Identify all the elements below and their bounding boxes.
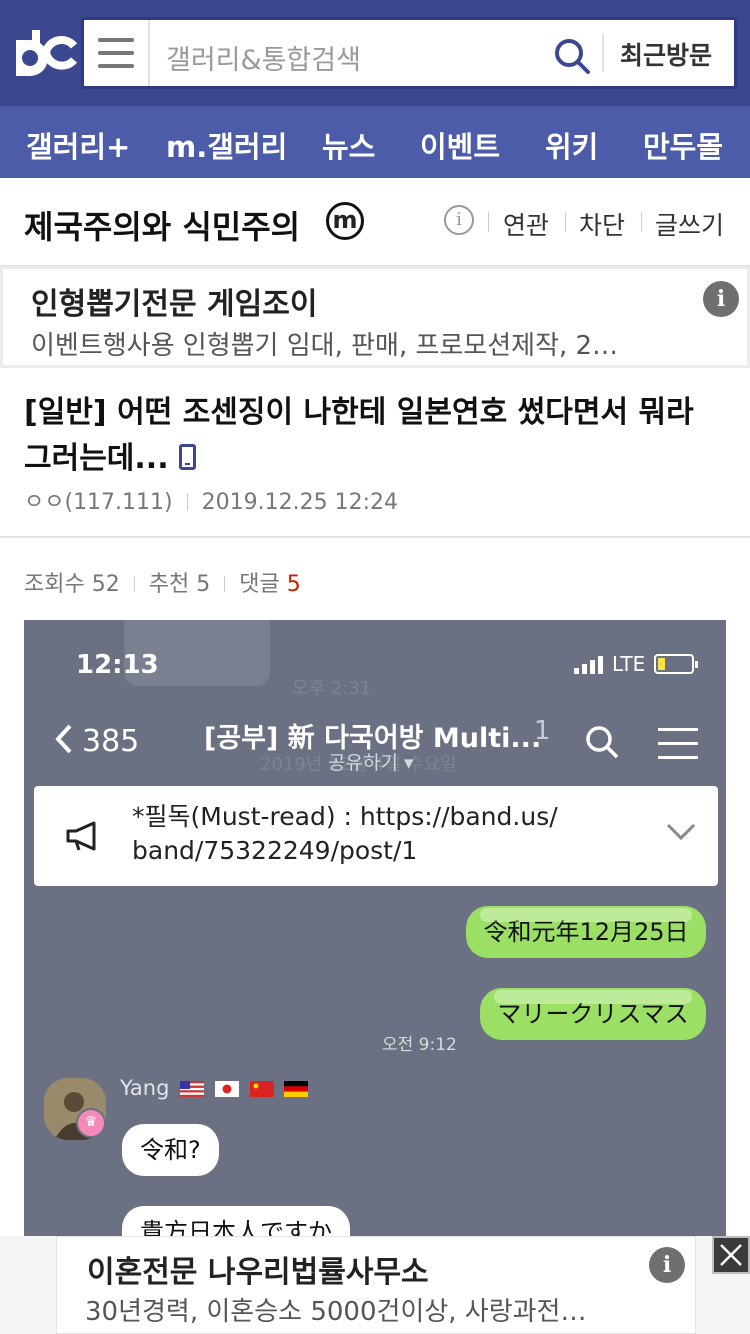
comment-label[interactable]: 댓글 <box>239 572 279 597</box>
ghost-time: 오후 2:31 <box>292 678 372 699</box>
top-header: 갤러리&통합검색 최근방문 <box>0 0 750 106</box>
chat-bubble-received: 貴方日本人ですか <box>122 1206 350 1240</box>
close-icon <box>720 1244 742 1266</box>
search-input[interactable]: 갤러리&통합검색 <box>166 38 361 77</box>
ad-banner-bottom[interactable]: 이혼전문 나우리법률사무소 30년경력, 이혼승소 5000건이상, 사랑과전…… <box>56 1236 696 1334</box>
mobile-icon <box>178 444 196 470</box>
related-link[interactable]: 연관 <box>503 206 549 242</box>
nav-item-gallery-plus[interactable]: 갤러리+ <box>26 124 130 166</box>
search-box: 갤러리&통합검색 최근방문 <box>81 17 737 89</box>
japan-flag-icon <box>214 1081 239 1097</box>
ad-banner-top[interactable]: 인형뽑기전문 게임조이 이벤트행사용 인형뽑기 임대, 판매, 프로모션제작, … <box>0 266 750 368</box>
gallery-title[interactable]: 제국주의와 식민주의 <box>24 202 300 248</box>
post-title: [일반] 어떤 조센징이 나한테 일본연호 썼다면서 뭐라 그러는데... <box>24 390 729 482</box>
search-icon <box>586 726 619 759</box>
menu-button[interactable] <box>84 20 150 86</box>
search-icon[interactable] <box>552 36 592 76</box>
megaphone-icon <box>66 821 96 851</box>
chat-bubble-sent: 令和元年12月25日 <box>466 906 706 958</box>
chat-bubble-sent: マリークリスマス <box>480 988 706 1040</box>
divider <box>602 34 604 72</box>
ad-description[interactable]: 이벤트행사용 인형뽑기 임대, 판매, 프로모션제작, 2… <box>31 325 618 362</box>
hamburger-icon <box>658 728 698 760</box>
nav-item-wiki[interactable]: 위키 <box>545 124 598 166</box>
ad-info-icon[interactable]: i <box>649 1247 685 1283</box>
post-title-text: [일반] 어떤 조센징이 나한테 일본연호 썼다면서 뭐라 그러는데... <box>24 395 694 476</box>
ad-title[interactable]: 이혼전문 나우리법률사무소 <box>87 1247 429 1291</box>
ad-info-icon[interactable]: i <box>703 281 739 317</box>
share-text: 공유하기 ▾ <box>328 752 414 774</box>
back-count: 385 <box>82 724 140 759</box>
chevron-down-icon <box>666 823 696 841</box>
notice-banner: *필독(Must-read) : https://band.us/ band/7… <box>34 786 718 886</box>
divider <box>565 212 566 232</box>
message-time: 오전 9:12 <box>382 1035 457 1055</box>
dc-logo-icon[interactable] <box>10 26 78 80</box>
nav-item-news[interactable]: 뉴스 <box>322 124 375 166</box>
divider <box>488 212 489 232</box>
main-nav: 갤러리+ m.갤러리 뉴스 이벤트 위키 만두몰 <box>0 106 750 178</box>
comment-count[interactable]: 5 <box>287 572 301 597</box>
notice-line: band/75322249/post/1 <box>132 836 418 865</box>
sender-name: Yang <box>120 1076 309 1100</box>
ad-description[interactable]: 30년경력, 이혼승소 5000건이상, 사랑과전… <box>85 1291 586 1328</box>
notice-line: *필독(Must-read) : https://band.us/ <box>132 802 558 831</box>
write-link[interactable]: 글쓰기 <box>655 206 724 242</box>
divider <box>641 212 642 232</box>
minor-gallery-badge: m <box>326 202 364 240</box>
post-stats: 조회수 52 추천 5 댓글 5 <box>24 566 301 598</box>
crown-icon: ♛ <box>76 1108 106 1138</box>
chat-bubble-received: 令和? <box>122 1124 219 1176</box>
block-link[interactable]: 차단 <box>579 206 625 242</box>
nav-item-m-gallery[interactable]: m.갤러리 <box>166 124 287 166</box>
back-chevron-icon <box>55 724 72 754</box>
ad-close-button[interactable] <box>712 1236 750 1274</box>
post-image[interactable]: 오후 2:31 2019년 12월 4일 수요일 12:13 LTE 385 [… <box>24 620 726 1240</box>
post-meta: ㅇㅇ(117.111) 2019.12.25 12:24 <box>24 484 398 516</box>
notice-text: *필독(Must-read) : https://band.us/ band/7… <box>132 800 558 868</box>
us-flag-icon <box>180 1081 205 1097</box>
post-header: [일반] 어떤 조센징이 나한테 일본연호 썼다면서 뭐라 그러는데... ㅇㅇ… <box>0 368 750 538</box>
room-member-count: 1 <box>534 716 551 746</box>
nav-item-mall[interactable]: 만두몰 <box>643 124 723 166</box>
china-flag-icon <box>249 1081 274 1097</box>
info-icon[interactable]: i <box>444 205 474 235</box>
germany-flag-icon <box>284 1081 309 1097</box>
network-label: LTE <box>612 652 646 676</box>
phone-time: 12:13 <box>76 650 159 680</box>
recommend-count: 추천 5 <box>148 572 211 597</box>
battery-icon <box>654 654 698 674</box>
view-count: 조회수 52 <box>24 572 120 597</box>
post-date: 2019.12.25 12:24 <box>201 490 398 515</box>
signal-icon <box>574 656 606 674</box>
recent-visits-button[interactable]: 최근방문 <box>620 36 712 72</box>
nav-item-event[interactable]: 이벤트 <box>420 124 500 166</box>
gallery-bar: 제국주의와 식민주의 m i 연관 차단 글쓰기 <box>0 178 750 266</box>
post-author[interactable]: ㅇㅇ(117.111) <box>24 490 173 515</box>
ad-title[interactable]: 인형뽑기전문 게임조이 <box>31 279 317 323</box>
sender-label: Yang <box>120 1076 170 1100</box>
